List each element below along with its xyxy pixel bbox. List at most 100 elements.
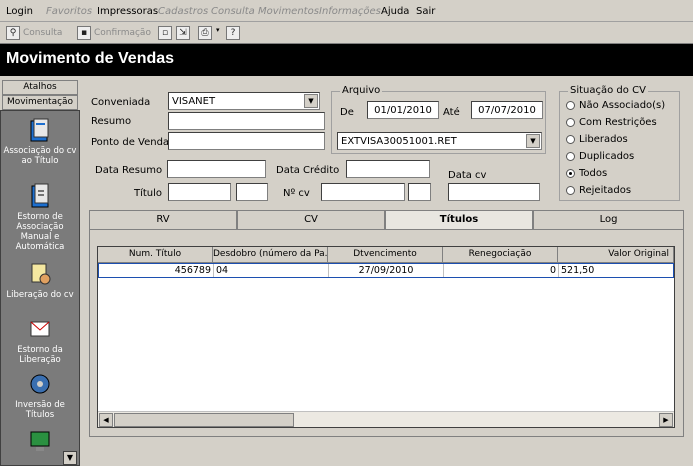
confirmacao-label: Confirmação xyxy=(94,28,151,38)
menu-favoritos[interactable]: Favoritos xyxy=(46,6,92,17)
print-dropdown-button[interactable]: ▾ xyxy=(216,26,220,34)
ponto-venda-input[interactable] xyxy=(168,132,325,150)
ncv-input[interactable] xyxy=(321,183,405,201)
tab-log[interactable]: Log xyxy=(533,210,684,230)
scroll-thumb[interactable] xyxy=(114,413,294,427)
consulta-button[interactable]: ⚲ Consulta xyxy=(6,26,62,40)
new-document-icon: ▫ xyxy=(158,26,172,40)
tab-cv[interactable]: CV xyxy=(237,210,385,230)
ate-date-input[interactable]: 07/07/2010 xyxy=(471,101,543,119)
print-button[interactable]: ⎙ xyxy=(198,26,212,40)
ncv-label: Nº cv xyxy=(283,188,310,199)
data-cv-input[interactable] xyxy=(448,183,540,201)
arquivo-select[interactable]: EXTVISA30051001.RET ▼ xyxy=(337,132,542,150)
ncv-suffix-input[interactable] xyxy=(408,183,431,201)
document-hand-icon xyxy=(31,263,51,285)
sidebar-shortcut-panel: Associação do cv ao Título Estorno de As… xyxy=(0,110,80,466)
sidebar-item-label: Inversão de Títulos xyxy=(15,400,65,420)
ate-label: Até xyxy=(443,107,460,118)
resumo-input[interactable] xyxy=(168,112,325,130)
menu-impressoras[interactable]: Impressoras xyxy=(97,6,158,17)
radio-label: Não Associado(s) xyxy=(579,100,666,111)
menu-informacoes[interactable]: Informações xyxy=(319,6,381,17)
radio-dot xyxy=(566,135,575,144)
radio-label: Liberados xyxy=(579,134,628,145)
new-button[interactable]: ▫ xyxy=(158,26,172,40)
scroll-left-button[interactable]: ◀ xyxy=(99,413,113,427)
column-header[interactable]: Valor Original xyxy=(558,247,674,263)
confirmacao-button[interactable]: ▪ Confirmação xyxy=(77,26,151,40)
column-header[interactable]: Dtvencimento xyxy=(328,247,443,263)
tab-titulos[interactable]: Títulos xyxy=(385,210,533,230)
page-title: Movimento de Vendas xyxy=(6,50,175,67)
sidebar-item-estorno-associacao[interactable]: Estorno de Associação Manual e Automátic… xyxy=(1,183,79,252)
radio-dot-selected xyxy=(566,169,575,178)
gear-icon xyxy=(30,374,50,394)
sidebar-item-liberacao[interactable]: Liberação do cv xyxy=(1,261,79,300)
chevron-down-icon[interactable]: ▼ xyxy=(304,94,318,108)
radio-dot xyxy=(566,186,575,195)
radio-dot xyxy=(566,118,575,127)
tab-rv[interactable]: RV xyxy=(89,210,237,230)
chevron-down-icon[interactable]: ▼ xyxy=(526,134,540,148)
titulos-grid: Num. Título Desdobro (número da Pa... Dt… xyxy=(97,246,675,428)
radio-rejeitados[interactable]: Rejeitados xyxy=(566,185,631,196)
menu-ajuda[interactable]: Ajuda xyxy=(381,6,409,17)
conveniada-select[interactable]: VISANET ▼ xyxy=(168,92,320,110)
cell-renegociacao: 0 xyxy=(444,264,559,277)
sidebar-tab-atalhos[interactable]: Atalhos xyxy=(2,80,78,95)
monitor-icon xyxy=(30,431,50,451)
arrow-left-icon: ◀ xyxy=(103,416,109,424)
data-resumo-input[interactable] xyxy=(167,160,266,178)
de-date-input[interactable]: 01/01/2010 xyxy=(367,101,439,119)
de-date-value: 01/01/2010 xyxy=(374,105,432,116)
radio-liberados[interactable]: Liberados xyxy=(566,134,628,145)
save-icon: ▪ xyxy=(77,26,91,40)
scroll-right-button[interactable]: ▶ xyxy=(659,413,673,427)
grid-horizontal-scrollbar[interactable]: ◀ ▶ xyxy=(98,411,674,427)
sidebar-item-associacao[interactable]: Associação do cv ao Título xyxy=(1,117,79,166)
column-header[interactable]: Num. Título xyxy=(98,247,213,263)
help-button[interactable]: ? xyxy=(226,26,240,40)
radio-duplicados[interactable]: Duplicados xyxy=(566,151,634,162)
ponto-venda-label: Ponto de Venda xyxy=(91,137,170,148)
chevron-down-icon: ▾ xyxy=(216,26,220,34)
arquivo-value: EXTVISA30051001.RET xyxy=(341,136,457,147)
data-credito-input[interactable] xyxy=(346,160,430,178)
arrow-right-icon: ▶ xyxy=(663,416,669,424)
radio-nao-associados[interactable]: Não Associado(s) xyxy=(566,100,665,111)
radio-com-restricoes[interactable]: Com Restrições xyxy=(566,117,657,128)
titulo-parcela-input[interactable] xyxy=(236,183,268,201)
column-header[interactable]: Desdobro (número da Pa... xyxy=(213,247,328,263)
situacao-group-title: Situação do CV xyxy=(568,85,648,96)
titulo-input[interactable] xyxy=(168,183,231,201)
menu-movimentos[interactable]: Movimentos xyxy=(258,6,319,17)
sidebar-scroll-down-button[interactable]: ▼ xyxy=(63,451,77,465)
table-row[interactable]: 456789 04 27/09/2010 0 521,50 xyxy=(98,263,674,278)
radio-dot xyxy=(566,101,575,110)
arrow-down-icon: ▼ xyxy=(66,453,74,462)
sidebar-item-estorno-liberacao[interactable]: Estorno da Liberação xyxy=(1,316,79,365)
cell-num-titulo: 456789 xyxy=(99,264,214,277)
export-button[interactable]: ⇲ xyxy=(176,26,190,40)
envelope-icon xyxy=(30,321,50,337)
menu-sair[interactable]: Sair xyxy=(416,6,435,17)
conveniada-value: VISANET xyxy=(172,96,216,107)
radio-label: Com Restrições xyxy=(579,117,657,128)
situacao-group: Situação do CV Não Associado(s) Com Rest… xyxy=(559,85,680,201)
menu-consulta[interactable]: Consulta xyxy=(211,6,255,17)
data-credito-label: Data Crédito xyxy=(276,165,340,176)
sidebar-tab-movimentacao[interactable]: Movimentação xyxy=(2,95,78,110)
radio-todos[interactable]: Todos xyxy=(566,168,607,179)
menu-login[interactable]: Login xyxy=(6,6,33,17)
book-icon xyxy=(30,118,49,142)
cell-dtvencimento: 27/09/2010 xyxy=(329,264,444,277)
radio-label: Duplicados xyxy=(579,151,635,162)
column-header[interactable]: Renegociação xyxy=(443,247,558,263)
help-icon: ? xyxy=(226,26,240,40)
menu-cadastros[interactable]: Cadastros xyxy=(158,6,208,17)
sidebar-item-inversao[interactable]: Inversão de Títulos xyxy=(1,371,79,420)
radio-dot xyxy=(566,152,575,161)
export-icon: ⇲ xyxy=(176,26,190,40)
sidebar-item-label: Liberação do cv xyxy=(6,290,74,300)
